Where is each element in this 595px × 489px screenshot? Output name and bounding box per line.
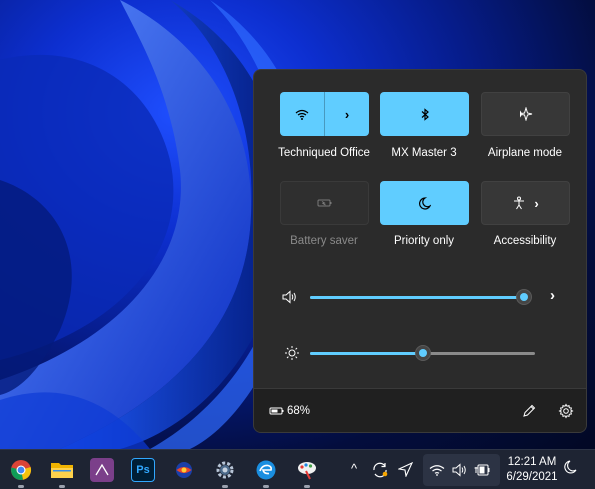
- app-icon[interactable]: [172, 458, 196, 482]
- affinity-icon[interactable]: [90, 458, 114, 482]
- wifi-icon: [429, 465, 445, 476]
- battery-percentage: 68%: [287, 405, 311, 417]
- paint-icon[interactable]: [295, 458, 319, 482]
- chevron-up-icon[interactable]: ^: [351, 461, 357, 476]
- wifi-icon: [295, 109, 309, 120]
- running-indicator: [59, 485, 65, 488]
- accessibility-icon: [514, 196, 525, 210]
- battery-icon: [269, 407, 284, 415]
- system-tray-button[interactable]: [423, 454, 500, 486]
- volume-slider-thumb[interactable]: [516, 289, 532, 305]
- wifi-tile-label: Techniqued Office: [278, 147, 370, 159]
- moon-icon[interactable]: [563, 460, 577, 475]
- chevron-right-icon: ›: [534, 195, 539, 211]
- bluetooth-tile-label: MX Master 3: [391, 147, 457, 159]
- brightness-fill: [310, 352, 423, 355]
- quick-settings-footer: 68%: [254, 388, 586, 432]
- volume-fill: [310, 296, 524, 299]
- speaker-icon: [452, 463, 466, 477]
- airplane-mode-tile-label: Airplane mode: [487, 147, 563, 159]
- battery-icon: [474, 464, 490, 476]
- settings-app-icon[interactable]: [213, 458, 237, 482]
- chrome-icon[interactable]: [9, 458, 33, 482]
- quick-settings-panel: › Techniqued Office MX Master 3 Airplane…: [253, 69, 587, 433]
- focus-assist-tile-label: Priority only: [393, 235, 455, 247]
- edit-icon[interactable]: [521, 403, 537, 419]
- focus-assist-tile[interactable]: [380, 181, 469, 225]
- sun-icon: [285, 346, 299, 360]
- wifi-toggle[interactable]: [280, 92, 324, 136]
- accessibility-tile[interactable]: ›: [481, 181, 570, 225]
- battery-saver-icon: [317, 199, 331, 207]
- brightness-slider-row: [282, 343, 572, 363]
- settings-icon[interactable]: [558, 403, 574, 419]
- running-indicator: [304, 485, 310, 488]
- running-indicator: [222, 485, 228, 488]
- brightness-slider-thumb[interactable]: [415, 345, 431, 361]
- battery-saver-tile-label: Battery saver: [290, 235, 358, 247]
- accessibility-tile-label: Accessibility: [493, 235, 557, 247]
- wifi-chevron-button[interactable]: ›: [325, 92, 369, 136]
- photoshop-icon[interactable]: Ps: [131, 458, 155, 482]
- airplane-icon: [519, 107, 532, 121]
- bluetooth-icon: [421, 107, 429, 121]
- airplane-mode-tile[interactable]: [481, 92, 570, 136]
- wifi-tile[interactable]: ›: [280, 92, 369, 136]
- location-icon[interactable]: [398, 462, 413, 477]
- chevron-right-icon: ›: [344, 106, 350, 122]
- file-explorer-icon[interactable]: [50, 458, 74, 482]
- edge-icon[interactable]: [254, 458, 278, 482]
- clock-time: 12:21 AM: [507, 456, 557, 468]
- bluetooth-tile[interactable]: [380, 92, 469, 136]
- running-indicator: [18, 485, 24, 488]
- moon-icon: [418, 196, 431, 210]
- speaker-icon[interactable]: [282, 290, 298, 304]
- volume-slider-row: ›: [282, 287, 572, 307]
- clock-date: 6/29/2021: [506, 471, 558, 483]
- taskbar-clock[interactable]: 12:21 AM 6/29/2021: [500, 455, 564, 485]
- sync-icon[interactable]: [371, 461, 389, 479]
- running-indicator: [263, 485, 269, 488]
- battery-saver-tile[interactable]: [280, 181, 369, 225]
- audio-output-chevron-button[interactable]: ›: [550, 287, 555, 304]
